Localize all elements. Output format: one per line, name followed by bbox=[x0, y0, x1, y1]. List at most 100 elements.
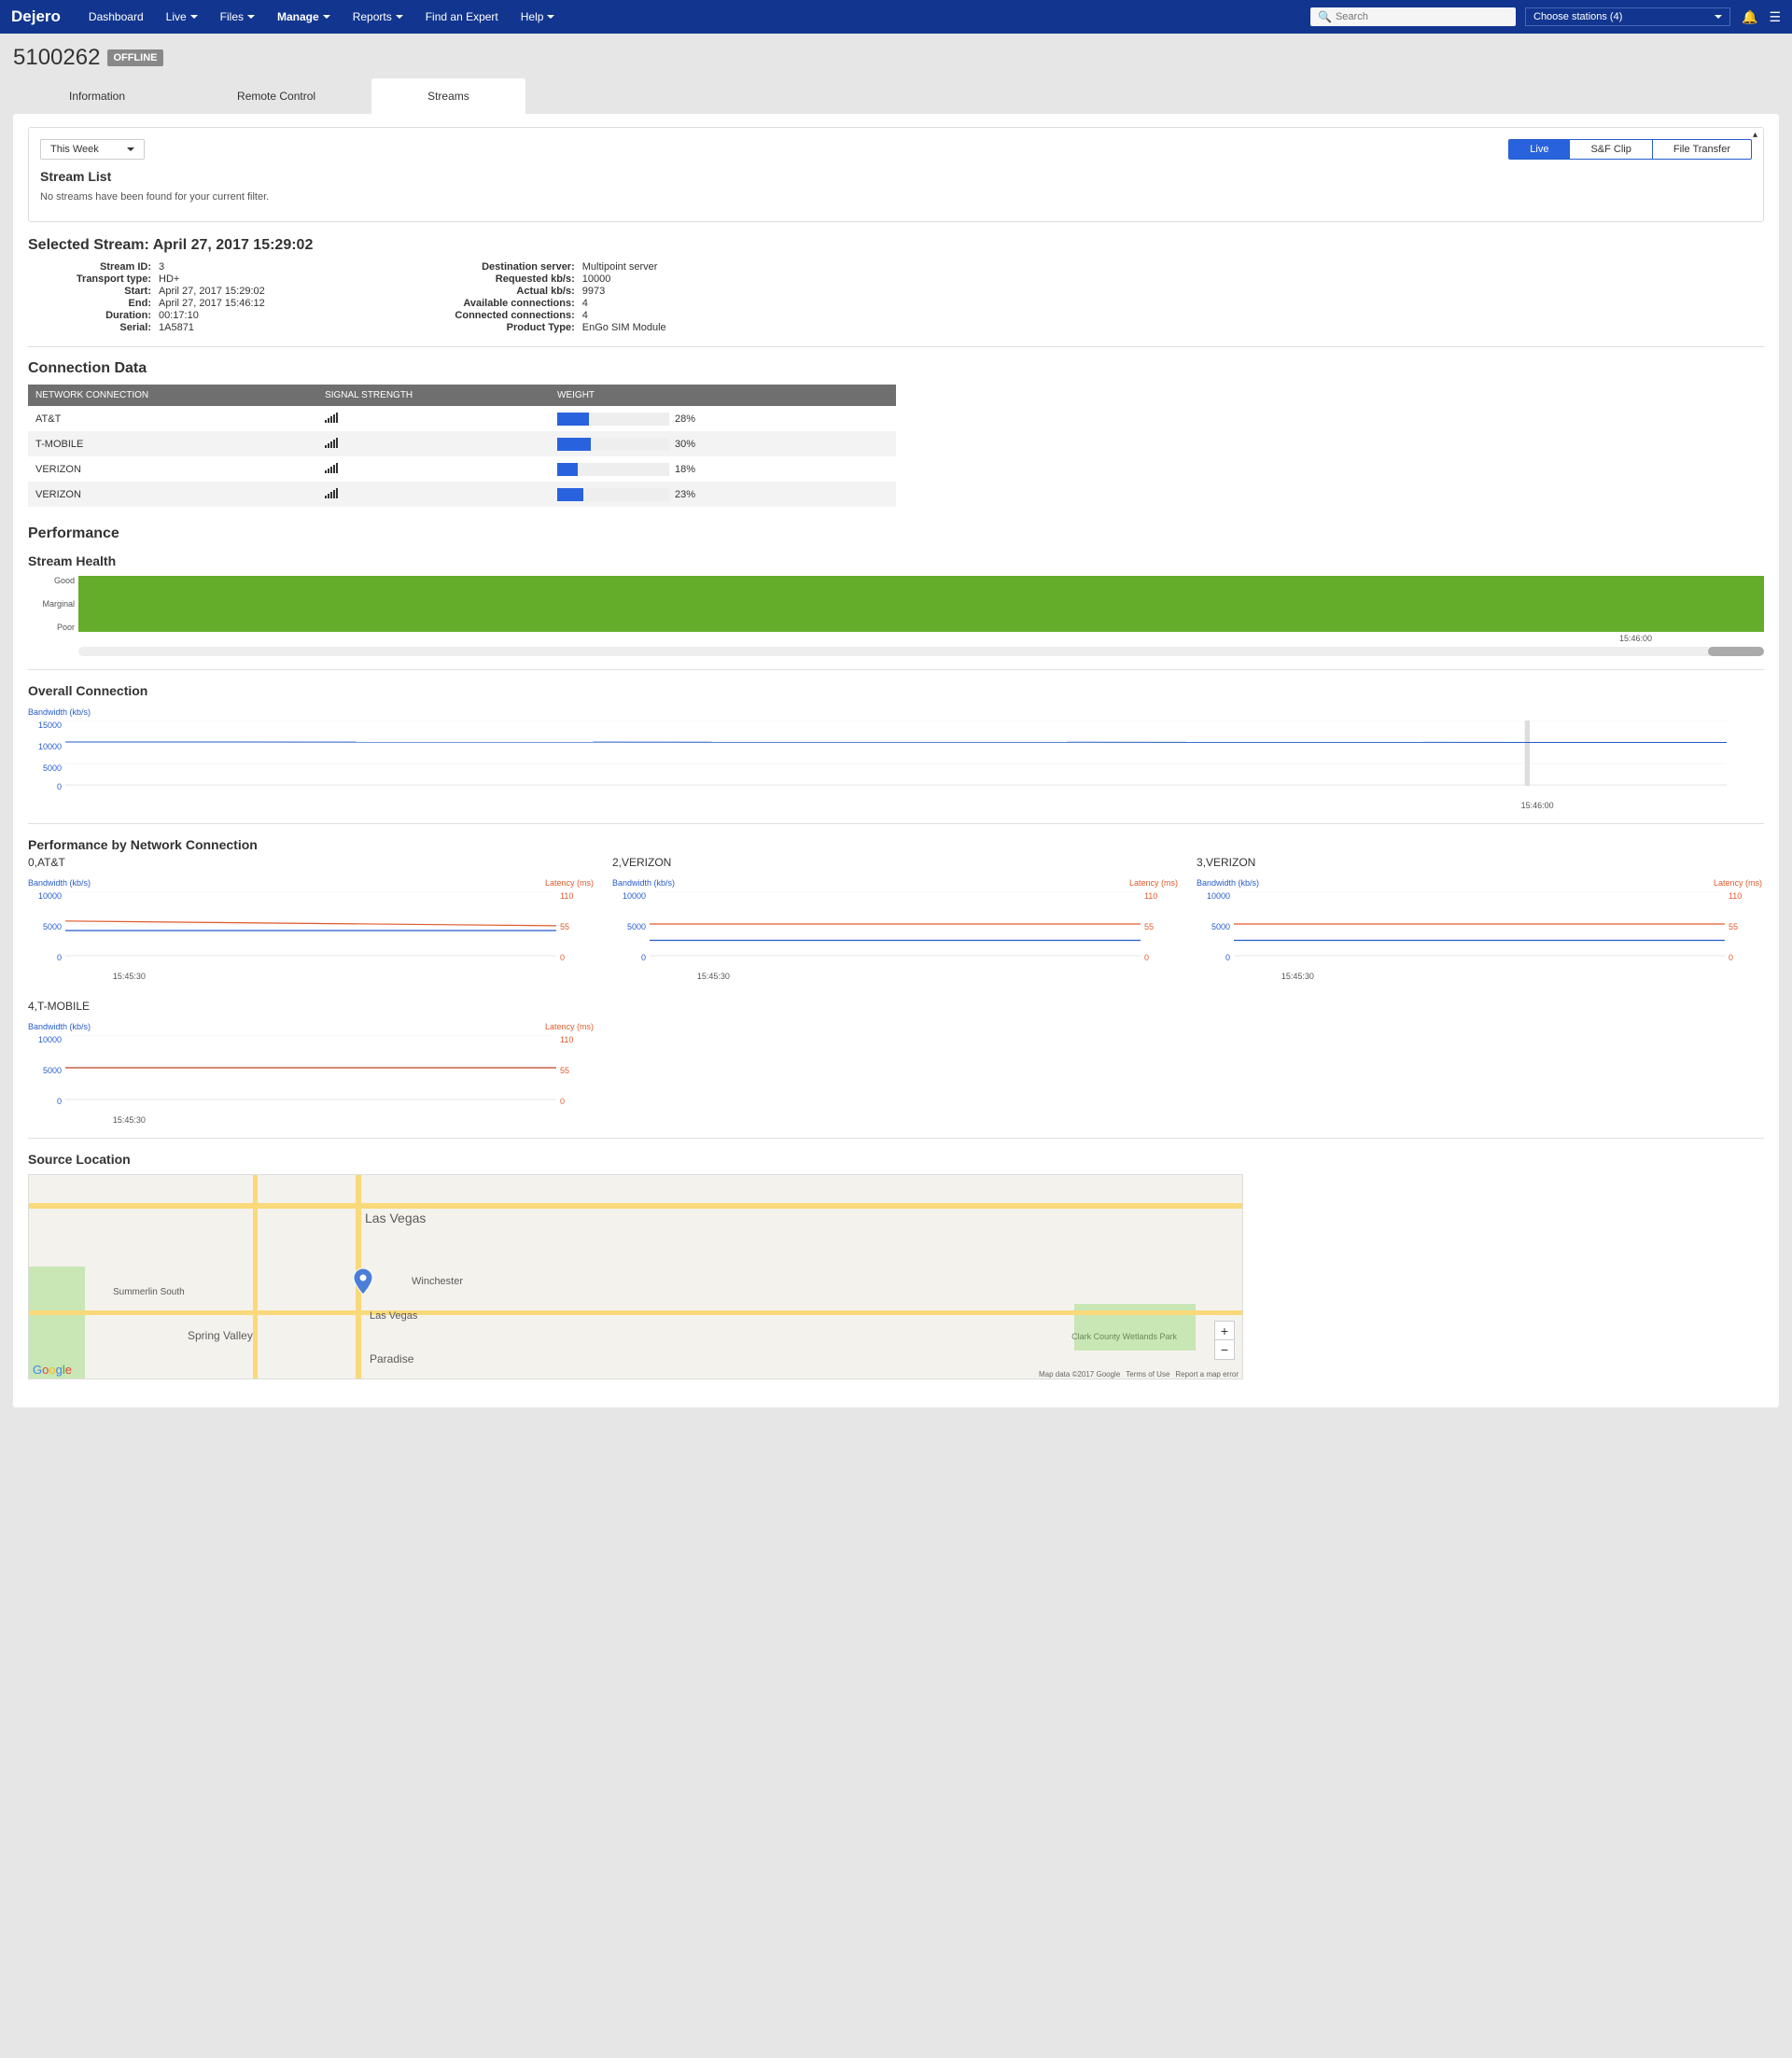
map-copyright: Map data ©2017 Google bbox=[1039, 1370, 1120, 1379]
map-label-summerlin: Summerlin South bbox=[113, 1287, 185, 1297]
health-y-marginal: Marginal bbox=[28, 599, 75, 609]
chevron-down-icon bbox=[247, 15, 255, 19]
zoom-in-button[interactable]: + bbox=[1215, 1322, 1234, 1340]
tab-streams[interactable]: Streams bbox=[371, 78, 525, 114]
map-label-spring-valley: Spring Valley bbox=[188, 1329, 253, 1342]
detail-label: Product Type: bbox=[452, 322, 582, 333]
ytick: 55 bbox=[1144, 922, 1178, 931]
chart-title: 4,T-MOBILE bbox=[28, 1000, 594, 1013]
chevron-down-icon bbox=[396, 15, 403, 19]
map-report-link[interactable]: Report a map error bbox=[1175, 1370, 1239, 1379]
toggle-filetransfer[interactable]: File Transfer bbox=[1653, 140, 1751, 159]
map-road bbox=[253, 1175, 258, 1379]
detail-label: Destination server: bbox=[452, 261, 582, 273]
network-chart: 3,VERIZONBandwidth (kb/s)Latency (ms)100… bbox=[1197, 856, 1762, 981]
nav-dashboard[interactable]: Dashboard bbox=[79, 3, 153, 31]
toggle-live[interactable]: Live bbox=[1509, 140, 1570, 159]
signal-strength bbox=[317, 456, 550, 482]
search-input[interactable] bbox=[1336, 11, 1508, 22]
overall-chart-svg bbox=[65, 721, 1727, 786]
nav-files[interactable]: Files bbox=[211, 3, 264, 31]
ytick: 5000 bbox=[28, 763, 62, 773]
filter-row: This Week LiveS&F ClipFile Transfer bbox=[40, 139, 1752, 160]
bell-icon[interactable]: 🔔 bbox=[1742, 9, 1757, 25]
map-park bbox=[29, 1267, 85, 1379]
map[interactable]: Las Vegas Winchester Las Vegas Paradise … bbox=[28, 1174, 1243, 1379]
nav-manage[interactable]: Manage bbox=[268, 3, 340, 31]
detail-value: 4 bbox=[582, 298, 588, 309]
perf-by-network-section: Performance by Network Connection 0,AT&T… bbox=[13, 837, 1779, 1125]
signal-icon bbox=[325, 412, 338, 423]
station-selector[interactable]: Choose stations (4) bbox=[1525, 7, 1730, 26]
bandwidth-label: Bandwidth (kb/s) bbox=[612, 878, 675, 888]
ytick: 10000 bbox=[612, 891, 646, 901]
tab-information[interactable]: Information bbox=[13, 78, 181, 114]
bandwidth-label: Bandwidth (kb/s) bbox=[28, 1022, 91, 1031]
toggle-sfclip[interactable]: S&F Clip bbox=[1570, 140, 1652, 159]
top-icons: 🔔 ☰ bbox=[1742, 9, 1781, 25]
bandwidth-label: Bandwidth (kb/s) bbox=[28, 878, 91, 888]
latency-label: Latency (ms) bbox=[1129, 878, 1178, 888]
detail-value: 4 bbox=[582, 310, 588, 321]
zoom-out-button[interactable]: − bbox=[1215, 1340, 1234, 1359]
network-chart: 2,VERIZONBandwidth (kb/s)Latency (ms)100… bbox=[612, 856, 1178, 981]
time-filter-value: This Week bbox=[50, 144, 99, 155]
table-row: VERIZON18% bbox=[28, 456, 896, 482]
overall-connection-chart: Bandwidth (kb/s) 15000 10000 5000 0 15:4… bbox=[28, 707, 1764, 810]
tab-remote-control[interactable]: Remote Control bbox=[181, 78, 371, 114]
detail-label: Duration: bbox=[28, 310, 159, 321]
ytick: 55 bbox=[1729, 922, 1762, 931]
detail-label: Actual kb/s: bbox=[452, 286, 582, 297]
detail-row: End:April 27, 2017 15:46:12 bbox=[28, 298, 265, 309]
ytick: 0 bbox=[1729, 953, 1762, 962]
overall-connection-title: Overall Connection bbox=[28, 683, 1764, 698]
connection-table: NETWORK CONNECTIONSIGNAL STRENGTHWEIGHT … bbox=[28, 385, 896, 507]
detail-label: Serial: bbox=[28, 322, 159, 333]
network-name: VERIZON bbox=[28, 482, 317, 507]
bandwidth-label: Bandwidth (kb/s) bbox=[1197, 878, 1259, 888]
chart-svg bbox=[1234, 891, 1725, 957]
detail-value: Multipoint server bbox=[582, 261, 658, 273]
health-scrollbar[interactable] bbox=[28, 647, 1764, 656]
detail-row: Requested kb/s:10000 bbox=[452, 273, 666, 285]
map-pin-icon bbox=[354, 1268, 372, 1295]
chart-title: 3,VERIZON bbox=[1197, 856, 1762, 869]
network-chart: 4,T-MOBILEBandwidth (kb/s)Latency (ms)10… bbox=[28, 1000, 594, 1125]
stream-health-chart: Good Marginal Poor 15:46:00 bbox=[28, 576, 1764, 656]
collapse-icon[interactable]: ▴ bbox=[1753, 130, 1757, 140]
map-terms-link[interactable]: Terms of Use bbox=[1126, 1370, 1169, 1379]
nav-reports[interactable]: Reports bbox=[343, 3, 413, 31]
weight-value: 23% bbox=[675, 489, 695, 500]
detail-value: April 27, 2017 15:29:02 bbox=[159, 286, 265, 297]
ytick: 10000 bbox=[28, 891, 62, 901]
detail-label: End: bbox=[28, 298, 159, 309]
mini-chart: Bandwidth (kb/s)Latency (ms)100005000011… bbox=[612, 878, 1178, 981]
scroll-thumb[interactable] bbox=[1708, 647, 1764, 656]
detail-label: Stream ID: bbox=[28, 261, 159, 273]
xtick: 15:45:30 bbox=[1281, 972, 1314, 981]
selected-stream-section: Selected Stream: April 27, 2017 15:29:02… bbox=[13, 237, 1779, 333]
nav-find-an-expert[interactable]: Find an Expert bbox=[416, 3, 508, 31]
xtick: 15:46:00 bbox=[1521, 801, 1554, 810]
nav-help[interactable]: Help bbox=[511, 3, 565, 31]
stream-health-title: Stream Health bbox=[28, 553, 1764, 568]
weight-cell: 23% bbox=[550, 482, 896, 507]
table-row: AT&T28% bbox=[28, 406, 896, 431]
network-chart: 0,AT&TBandwidth (kb/s)Latency (ms)100005… bbox=[28, 856, 594, 981]
xtick: 15:45:30 bbox=[113, 1115, 146, 1125]
detail-row: Duration:00:17:10 bbox=[28, 310, 265, 321]
chart-svg bbox=[650, 891, 1141, 957]
ytick: 0 bbox=[28, 953, 62, 962]
search-box[interactable]: 🔍 bbox=[1310, 7, 1516, 26]
detail-value: 3 bbox=[159, 261, 164, 273]
signal-strength bbox=[317, 431, 550, 456]
detail-value: 10000 bbox=[582, 273, 611, 285]
chevron-down-icon bbox=[127, 147, 134, 151]
ytick: 10000 bbox=[1197, 891, 1230, 901]
menu-icon[interactable]: ☰ bbox=[1769, 9, 1781, 25]
top-nav: DashboardLiveFilesManageReportsFind an E… bbox=[79, 3, 1310, 31]
health-y-good: Good bbox=[28, 576, 75, 585]
time-filter-dropdown[interactable]: This Week bbox=[40, 139, 145, 160]
map-label-paradise: Paradise bbox=[370, 1352, 413, 1365]
nav-live[interactable]: Live bbox=[157, 3, 207, 31]
